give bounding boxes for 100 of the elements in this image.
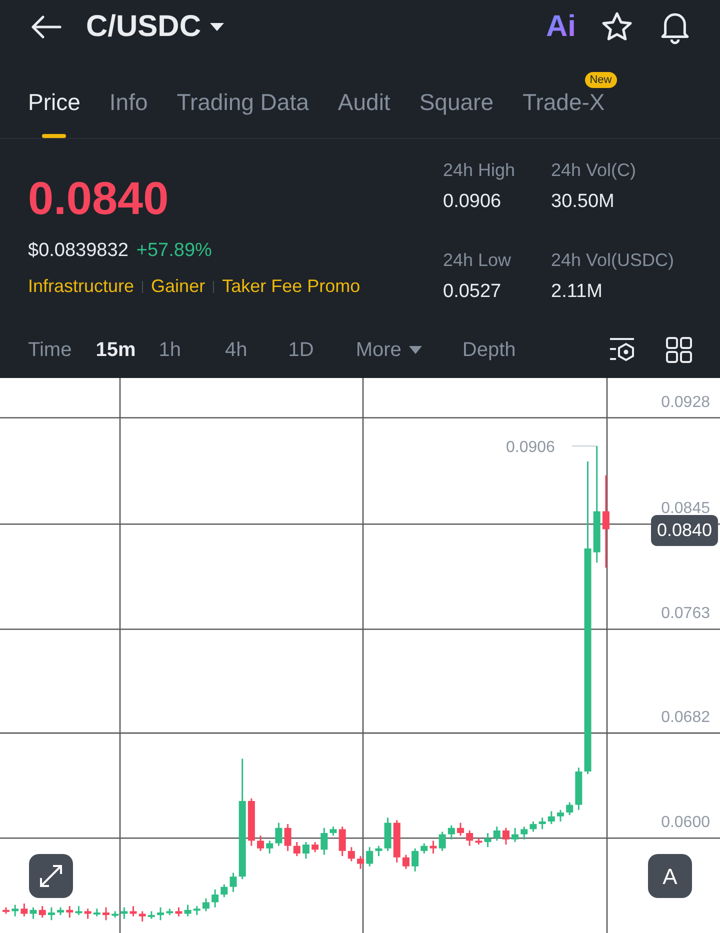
interval-label: Time <box>28 338 72 364</box>
candle <box>202 898 210 912</box>
tag-link[interactable]: Infrastructure <box>28 273 134 300</box>
candle <box>66 906 74 918</box>
candle <box>266 840 274 854</box>
candle <box>275 822 282 846</box>
candle <box>493 826 500 841</box>
tag-link[interactable]: Gainer <box>151 273 206 300</box>
interval-tab[interactable]: 1h <box>158 335 181 366</box>
candle <box>75 906 82 916</box>
candle <box>512 828 519 842</box>
candle <box>20 904 28 916</box>
candle <box>93 908 100 916</box>
candle <box>212 889 219 908</box>
candle <box>12 904 19 916</box>
candle <box>2 907 10 914</box>
candle <box>448 825 455 840</box>
tab[interactable]: Price <box>28 66 80 138</box>
expand-icon <box>38 863 64 889</box>
axis-label: 0.0928 <box>661 392 710 413</box>
stat-label: 24h Vol(USDC) <box>551 248 676 272</box>
grid-icon[interactable] <box>666 337 692 364</box>
candle <box>302 842 310 859</box>
interval-tab[interactable]: 1D <box>288 335 314 366</box>
candle <box>284 824 292 851</box>
candle <box>138 911 146 922</box>
candle <box>438 832 446 851</box>
candle <box>484 833 492 848</box>
candle <box>312 842 319 852</box>
candle <box>38 906 46 918</box>
tab[interactable]: Audit <box>338 66 390 138</box>
candle <box>566 802 574 816</box>
stat-label: 24h Low <box>443 248 512 272</box>
candle <box>293 842 300 856</box>
candle <box>530 821 537 832</box>
candle <box>102 907 110 920</box>
candle <box>220 884 228 898</box>
axis-label: 0.0682 <box>661 708 710 728</box>
candle <box>466 830 474 846</box>
stat-label: 24h Vol(C) <box>551 158 638 182</box>
candle <box>502 828 510 845</box>
stat-value: 2.11M <box>551 280 604 304</box>
candle <box>166 908 174 916</box>
interval-tab[interactable]: 15m <box>96 335 136 366</box>
interval-tab[interactable]: 4h <box>224 335 248 366</box>
last-price-tag: 0.0840 <box>650 515 718 546</box>
stat-value: 0.0906 <box>443 190 502 214</box>
candle <box>338 826 346 856</box>
last-price: 0.0840 <box>28 174 170 221</box>
candle <box>520 826 528 840</box>
axis-label: 0.0600 <box>661 813 710 834</box>
candle <box>148 911 155 919</box>
candle <box>30 907 37 919</box>
candle <box>248 798 255 846</box>
candle <box>548 811 555 824</box>
candle <box>412 848 419 872</box>
candle <box>84 908 92 919</box>
candle <box>157 907 164 920</box>
candle <box>384 818 392 851</box>
more-dropdown[interactable]: More <box>356 335 422 366</box>
stat-label: 24h High <box>443 158 516 182</box>
candle <box>402 854 410 869</box>
candle <box>48 907 55 920</box>
candle <box>557 810 564 822</box>
tab[interactable]: Trading Data <box>176 66 309 138</box>
candle <box>230 872 237 892</box>
caret-icon[interactable] <box>209 22 226 32</box>
candle <box>112 911 119 918</box>
interval-tab[interactable]: Depth <box>462 335 516 366</box>
tag-link[interactable]: Taker Fee Promo <box>222 273 360 300</box>
candle <box>420 843 428 854</box>
candle <box>575 768 582 810</box>
candle <box>375 846 382 856</box>
candle <box>184 904 192 916</box>
price-change: +57.89% <box>136 238 212 263</box>
candle <box>330 826 337 836</box>
high-marker: 0.0906 <box>506 438 555 458</box>
tab[interactable]: Square <box>419 66 494 138</box>
pair-title[interactable]: C/USDC <box>86 4 202 50</box>
tab[interactable]: Info <box>109 66 148 138</box>
stat-value: 30.50M <box>551 190 616 214</box>
new-badge: New <box>584 72 617 88</box>
candle <box>257 836 264 851</box>
candle <box>130 906 137 916</box>
candle <box>320 828 328 855</box>
auto-scale-button[interactable]: A <box>648 854 692 898</box>
candle <box>393 820 400 862</box>
candle <box>57 907 64 916</box>
fullscreen-button[interactable] <box>29 854 73 898</box>
candle <box>430 840 437 854</box>
candle <box>538 818 546 830</box>
back-icon[interactable] <box>30 14 62 39</box>
candle <box>175 907 182 916</box>
candle <box>357 856 364 869</box>
candle <box>193 906 200 916</box>
candle <box>457 822 464 836</box>
chart-settings-icon[interactable] <box>608 337 636 364</box>
usd-price: $0.0839832 <box>28 238 128 263</box>
caret-icon <box>409 346 422 354</box>
candle <box>120 907 128 919</box>
